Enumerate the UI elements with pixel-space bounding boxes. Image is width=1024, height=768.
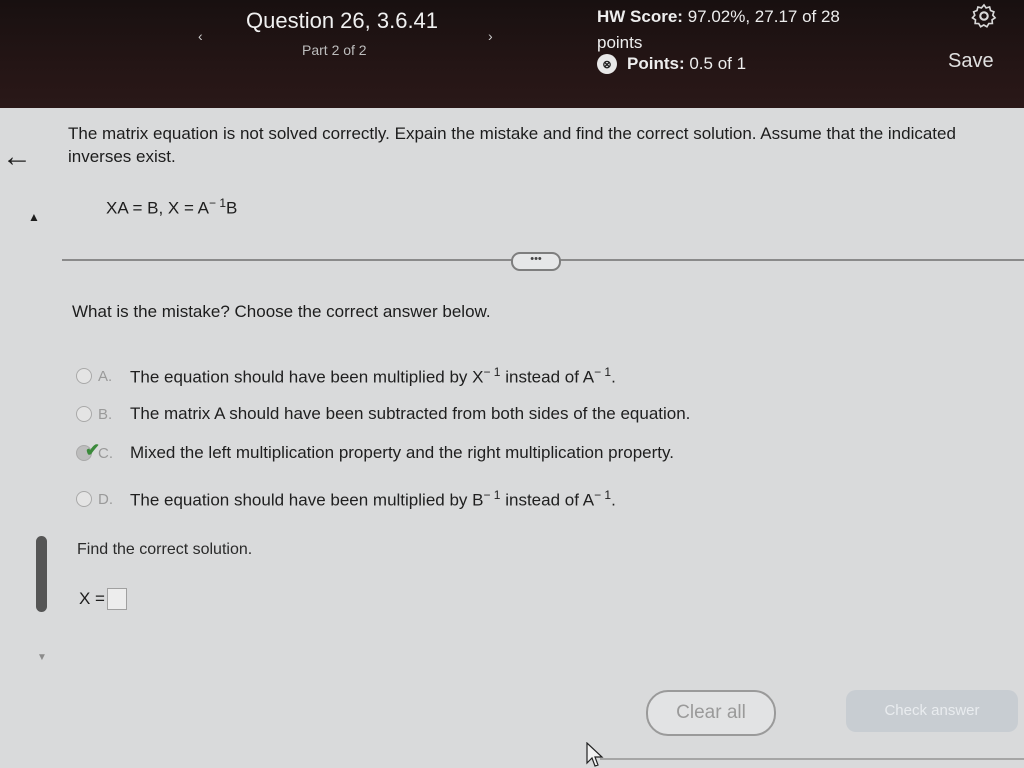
- settings-gear-icon[interactable]: [970, 2, 998, 30]
- header-bar: ‹ Question 26, 3.6.41 Part 2 of 2 › HW S…: [0, 0, 1024, 108]
- points-label: Points:: [627, 54, 685, 73]
- next-question-button[interactable]: ›: [488, 28, 493, 44]
- answer-line: X =: [79, 588, 127, 610]
- radio-c-selected[interactable]: ✔: [76, 440, 100, 461]
- radio-b[interactable]: [76, 406, 92, 422]
- partial-credit-icon: ⊗: [597, 54, 617, 74]
- footer-divider: [600, 758, 1024, 760]
- given-equation: XA = B, X = A− 1B: [106, 196, 237, 219]
- choice-c[interactable]: ✔ C. Mixed the left multiplication prope…: [76, 440, 674, 463]
- question-part: Part 2 of 2: [302, 42, 367, 58]
- choice-text: The equation should have been multiplied…: [130, 488, 616, 511]
- question-prompt: What is the mistake? Choose the correct …: [72, 302, 491, 321]
- choice-text: The equation should have been multiplied…: [130, 365, 616, 388]
- choice-d-text-mid: instead of A: [505, 490, 595, 510]
- radio-d[interactable]: [76, 491, 92, 508]
- choice-d[interactable]: D. The equation should have been multipl…: [76, 488, 616, 511]
- hw-score-label: HW Score:: [597, 7, 683, 26]
- radio-a[interactable]: [76, 368, 92, 385]
- equation-left: XA = B, X = A: [106, 198, 210, 218]
- choice-b[interactable]: B. The matrix A should have been subtrac…: [76, 404, 690, 424]
- points-status: ⊗ Points: 0.5 of 1: [597, 54, 746, 74]
- checkmark-icon: ✔: [85, 440, 101, 460]
- previous-question-button[interactable]: ‹: [198, 28, 203, 44]
- back-arrow-icon[interactable]: ←: [2, 140, 32, 174]
- clear-all-button[interactable]: Clear all: [646, 690, 776, 736]
- mouse-pointer-icon: [586, 742, 604, 767]
- answer-label: X =: [79, 589, 105, 608]
- choice-a-exponent-1: − 1: [483, 365, 501, 379]
- solution-prompt: Find the correct solution.: [77, 541, 253, 558]
- choice-a-text-mid: instead of A: [505, 367, 595, 387]
- choice-d-text-after: .: [611, 490, 616, 510]
- choice-letter: A.: [98, 367, 113, 385]
- choice-letter: B.: [98, 405, 113, 423]
- hw-score: HW Score: 97.02%, 27.17 of 28 points: [597, 4, 867, 56]
- choice-d-text-before: The equation should have been multiplied…: [130, 490, 484, 510]
- choice-text: The matrix A should have been subtracted…: [130, 404, 691, 423]
- question-instructions: The matrix equation is not solved correc…: [68, 124, 956, 166]
- expand-more-button[interactable]: •••: [511, 252, 561, 271]
- choice-letter: C.: [98, 444, 113, 462]
- choice-d-exponent-1: − 1: [483, 488, 501, 502]
- choice-text: Mixed the left multiplication property a…: [130, 443, 674, 462]
- choice-a[interactable]: A. The equation should have been multipl…: [76, 365, 616, 388]
- scroll-down-icon[interactable]: ▼: [37, 652, 47, 663]
- collapse-up-icon[interactable]: ▲: [28, 210, 40, 224]
- equation-right: B: [226, 198, 238, 218]
- choice-a-text-after: .: [611, 367, 616, 387]
- save-button[interactable]: Save: [948, 50, 994, 73]
- points-value: 0.5 of 1: [689, 54, 747, 73]
- question-title: Question 26, 3.6.41: [246, 8, 439, 33]
- choice-a-exponent-2: − 1: [594, 365, 612, 379]
- equation-exponent: − 1: [209, 196, 227, 210]
- choice-a-text-before: The equation should have been multiplied…: [130, 367, 484, 387]
- scrollbar-thumb[interactable]: [36, 536, 47, 612]
- choice-d-exponent-2: − 1: [594, 488, 612, 502]
- check-answer-button[interactable]: Check answer: [846, 690, 1018, 732]
- answer-input[interactable]: [107, 588, 127, 610]
- choice-letter: D.: [98, 490, 113, 508]
